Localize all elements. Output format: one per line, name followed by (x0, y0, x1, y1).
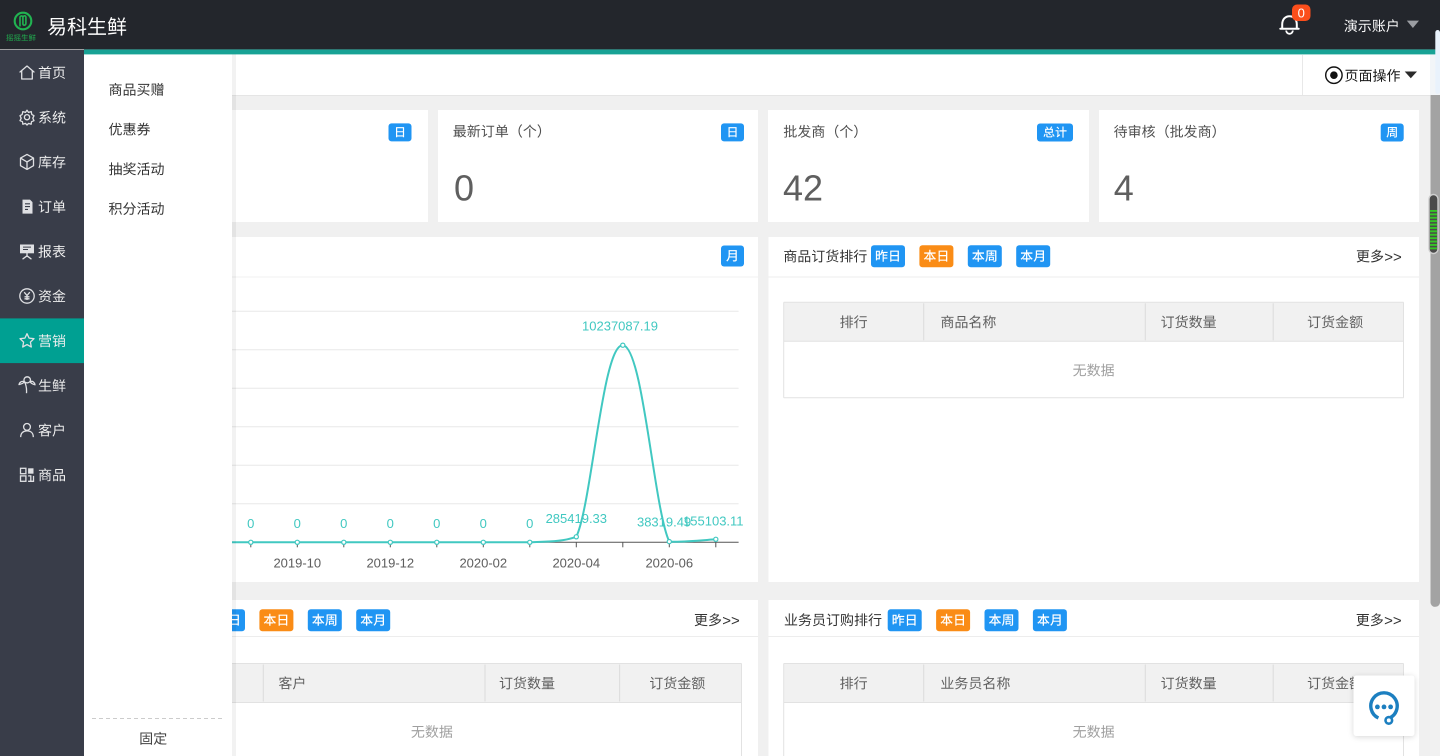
svg-text:0: 0 (433, 516, 440, 531)
svg-text:0: 0 (480, 516, 487, 531)
svg-text:2020-04: 2020-04 (552, 556, 600, 571)
svg-text:2020-06: 2020-06 (645, 556, 693, 571)
svg-text:>>: >> (1384, 249, 1402, 266)
svg-text:42: 42 (783, 168, 823, 209)
svg-text:0: 0 (340, 516, 347, 531)
svg-text:2020-02: 2020-02 (459, 556, 507, 571)
svg-text:2019-12: 2019-12 (366, 556, 414, 571)
svg-text:0: 0 (387, 516, 394, 531)
svg-text:2019-10: 2019-10 (273, 556, 321, 571)
svg-text:155103.11: 155103.11 (683, 514, 744, 529)
svg-text:10237087.19: 10237087.19 (582, 318, 658, 333)
svg-text:>>: >> (1384, 613, 1402, 630)
svg-text:285419.33: 285419.33 (546, 511, 607, 526)
svg-text:0: 0 (526, 516, 533, 531)
svg-text:0: 0 (454, 168, 474, 209)
svg-text:0: 0 (294, 516, 301, 531)
svg-text:4: 4 (1114, 168, 1134, 209)
svg-text:0: 0 (247, 516, 254, 531)
svg-text:0: 0 (1298, 5, 1305, 20)
svg-text:>>: >> (722, 613, 740, 630)
